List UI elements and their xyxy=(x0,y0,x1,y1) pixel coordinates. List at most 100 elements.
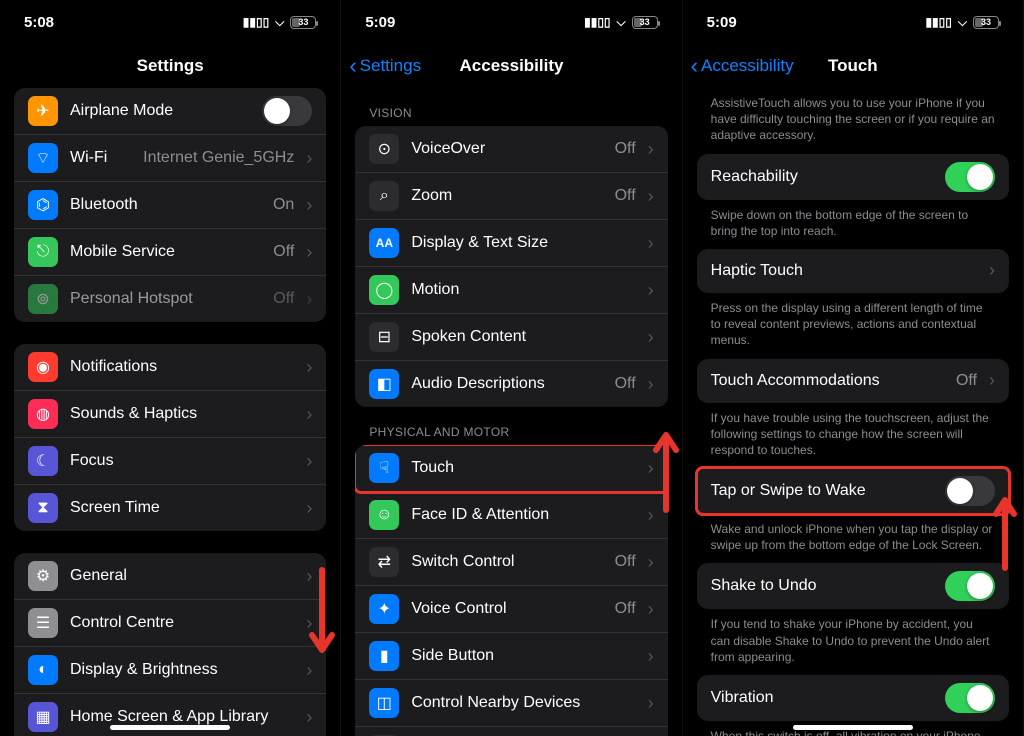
list-item[interactable]: ◐Display & Brightness› xyxy=(14,647,326,694)
chevron-right-icon: › xyxy=(648,599,654,620)
row-value: Internet Genie_5GHz xyxy=(143,149,294,167)
list-item[interactable]: ⊟Spoken Content› xyxy=(355,314,667,361)
row-value: Off xyxy=(273,290,294,308)
haptic-description: Press on the display using a different l… xyxy=(697,293,1009,359)
touch-screen: 5:09 ▮▮▯▯ ⌵ 33 ‹ Accessibility Touch Ass… xyxy=(683,0,1024,736)
chevron-right-icon: › xyxy=(648,186,654,207)
list-item[interactable]: ◯Motion› xyxy=(355,267,667,314)
back-button[interactable]: ‹ Accessibility xyxy=(691,55,794,77)
back-button[interactable]: ‹ Settings xyxy=(349,55,421,77)
settings-group-notifications: ◉Notifications›◍Sounds & Haptics›☾Focus›… xyxy=(14,344,326,531)
chevron-right-icon: › xyxy=(306,404,312,425)
row-value: Off xyxy=(615,600,636,618)
accessibility-screen: 5:09 ▮▮▯▯ ⌵ 33 ‹ Settings Accessibility … xyxy=(341,0,682,736)
row-label: Spoken Content xyxy=(411,328,635,346)
row-label: Screen Time xyxy=(70,499,294,517)
chevron-left-icon: ‹ xyxy=(349,55,356,77)
list-item[interactable]: ⚙General› xyxy=(14,553,326,600)
reachability-description: Swipe down on the bottom edge of the scr… xyxy=(697,200,1009,249)
nearby-icon: ◫ xyxy=(369,688,399,718)
list-item[interactable]: AADisplay & Text Size› xyxy=(355,220,667,267)
page-title: Accessibility xyxy=(460,56,564,76)
physical-group: ☟Touch›☺Face ID & Attention›⇄Switch Cont… xyxy=(355,445,667,736)
list-item[interactable]: ⊙VoiceOverOff› xyxy=(355,126,667,173)
chevron-right-icon: › xyxy=(648,139,654,160)
vibration-row[interactable]: Vibration xyxy=(697,675,1009,721)
touch-icon: ☟ xyxy=(369,453,399,483)
status-indicators: ▮▮▯▯ ⌵ 33 xyxy=(925,15,999,30)
chevron-right-icon: › xyxy=(648,233,654,254)
row-label: Zoom xyxy=(411,187,602,205)
chevron-right-icon: › xyxy=(648,646,654,667)
list-item[interactable]: ☰Control Centre› xyxy=(14,600,326,647)
row-label: Airplane Mode xyxy=(70,102,250,120)
row-label: Control Nearby Devices xyxy=(411,694,635,712)
row-label: Home Screen & App Library xyxy=(70,708,294,726)
list-item[interactable]: ⌔Wi-FiInternet Genie_5GHz› xyxy=(14,135,326,182)
signal-icon: ▮▮▯▯ xyxy=(243,15,269,29)
list-item[interactable]: ☾Focus› xyxy=(14,438,326,485)
assistivetouch-description: AssistiveTouch allows you to use your iP… xyxy=(697,88,1009,154)
row-label: Voice Control xyxy=(411,600,602,618)
haptic-touch-row[interactable]: Haptic Touch › xyxy=(697,249,1009,293)
chevron-right-icon: › xyxy=(306,242,312,263)
signal-icon: ▮▮▯▯ xyxy=(925,15,951,29)
page-title: Touch xyxy=(828,56,878,76)
list-item[interactable]: ⊚Personal HotspotOff› xyxy=(14,276,326,322)
chevron-right-icon: › xyxy=(306,707,312,728)
battery-icon: 33 xyxy=(973,16,999,29)
shake-undo-toggle[interactable] xyxy=(945,571,995,601)
chevron-right-icon: › xyxy=(648,280,654,301)
list-item[interactable]: ◧Audio DescriptionsOff› xyxy=(355,361,667,407)
list-item[interactable]: ◍Sounds & Haptics› xyxy=(14,391,326,438)
touch-accommodations-row[interactable]: Touch Accommodations Off › xyxy=(697,359,1009,403)
list-item[interactable]: ▯Apple TV Remote› xyxy=(355,727,667,736)
wifi-icon: ⌔ xyxy=(28,143,58,173)
tap-swipe-wake-row[interactable]: Tap or Swipe to Wake xyxy=(697,468,1009,514)
status-indicators: ▮▮▯▯ ⌵ 33 xyxy=(584,15,658,30)
row-label: Personal Hotspot xyxy=(70,290,261,308)
status-bar: 5:09 ▮▮▯▯ ⌵ 33 xyxy=(683,0,1023,44)
status-time: 5:09 xyxy=(707,14,737,31)
switch-icon: ⇄ xyxy=(369,547,399,577)
list-item[interactable]: ◉Notifications› xyxy=(14,344,326,391)
display-icon: ◐ xyxy=(28,655,58,685)
switches-icon: ☰ xyxy=(28,608,58,638)
list-item[interactable]: ⌬BluetoothOn› xyxy=(14,182,326,229)
list-item[interactable]: ⎋Mobile ServiceOff› xyxy=(14,229,326,276)
tap-swipe-wake-toggle[interactable] xyxy=(945,476,995,506)
row-value: On xyxy=(273,196,294,214)
antenna-icon: ⎋ xyxy=(28,237,58,267)
list-item[interactable]: ⌕ZoomOff› xyxy=(355,173,667,220)
accommodations-description: If you have trouble using the touchscree… xyxy=(697,403,1009,469)
battery-icon: 33 xyxy=(632,16,658,29)
list-item[interactable]: ▮Side Button› xyxy=(355,633,667,680)
shake-undo-row[interactable]: Shake to Undo xyxy=(697,563,1009,609)
list-item[interactable]: ⇄Switch ControlOff› xyxy=(355,539,667,586)
status-indicators: ▮▮▯▯ ⌵ 33 xyxy=(243,15,317,30)
shake-description: If you tend to shake your iPhone by acci… xyxy=(697,609,1009,675)
row-label: Face ID & Attention xyxy=(411,506,635,524)
status-bar: 5:08 ▮▮▯▯ ⌵ 33 xyxy=(0,0,340,44)
list-item[interactable]: ◫Control Nearby Devices› xyxy=(355,680,667,727)
section-header-physical: PHYSICAL AND MOTOR xyxy=(355,407,667,445)
reachability-toggle[interactable] xyxy=(945,162,995,192)
list-item[interactable]: ✈ Airplane Mode xyxy=(14,88,326,135)
chevron-right-icon: › xyxy=(306,660,312,681)
row-label: Motion xyxy=(411,281,635,299)
airplane-icon: ✈ xyxy=(28,96,58,126)
reachability-row[interactable]: Reachability xyxy=(697,154,1009,200)
audiodesc-icon: ◧ xyxy=(369,369,399,399)
bell-icon: ◉ xyxy=(28,352,58,382)
chevron-right-icon: › xyxy=(306,195,312,216)
list-item[interactable]: ✦Voice ControlOff› xyxy=(355,586,667,633)
spoken-icon: ⊟ xyxy=(369,322,399,352)
list-item[interactable]: ☺Face ID & Attention› xyxy=(355,492,667,539)
list-item[interactable]: ⧗Screen Time› xyxy=(14,485,326,531)
vibration-toggle[interactable] xyxy=(945,683,995,713)
row-value: Off xyxy=(615,140,636,158)
vision-group: ⊙VoiceOverOff›⌕ZoomOff›AADisplay & Text … xyxy=(355,126,667,407)
list-item[interactable]: ☟Touch› xyxy=(355,445,667,492)
chevron-right-icon: › xyxy=(989,260,995,281)
toggle[interactable] xyxy=(262,96,312,126)
